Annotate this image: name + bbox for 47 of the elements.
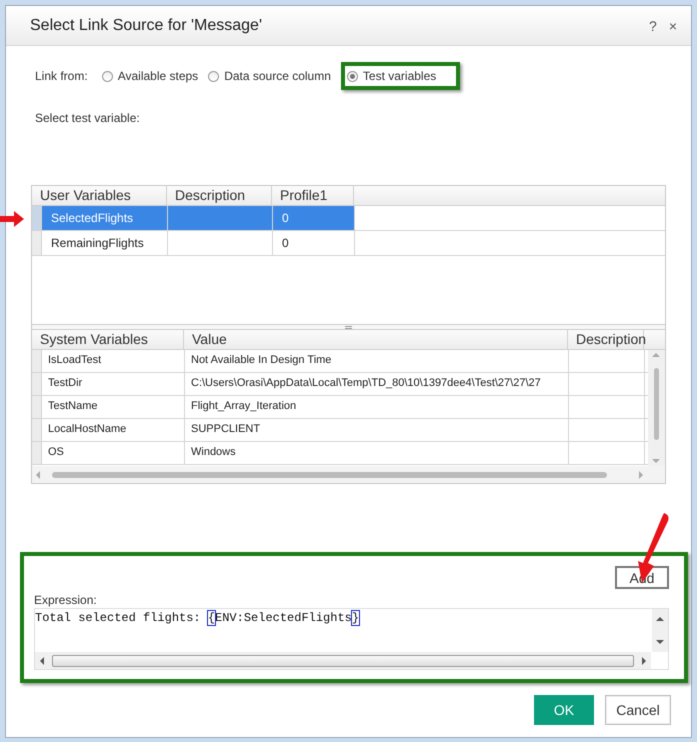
row-header[interactable] <box>32 419 42 442</box>
column-header[interactable]: Description <box>568 330 644 350</box>
cancel-button[interactable]: Cancel <box>605 695 671 725</box>
table-cell[interactable]: IsLoadTest <box>42 350 185 372</box>
column-header[interactable]: Profile1 <box>272 186 354 205</box>
table-cell[interactable]: TestName <box>42 396 185 418</box>
table-cell[interactable]: LocalHostName <box>42 419 185 442</box>
table-cell: Windows <box>185 442 569 464</box>
splitter-grip-icon[interactable] <box>345 326 352 329</box>
radio-icon[interactable] <box>208 70 220 82</box>
radio-option[interactable]: Test variables <box>346 69 436 83</box>
table-cell[interactable]: SelectedFlights <box>42 206 168 230</box>
prompt-label: Select test variable: <box>35 111 141 125</box>
table-cell: 0 <box>273 206 355 230</box>
vertical-scrollbar[interactable] <box>648 350 665 466</box>
vertical-scrollbar[interactable] <box>652 609 668 652</box>
column-header[interactable]: User Variables <box>32 186 167 205</box>
row-header[interactable] <box>32 373 42 396</box>
table-cell[interactable]: OS <box>42 442 185 464</box>
close-button[interactable]: × <box>668 18 677 34</box>
table-cell: Flight_Array_Iteration <box>185 396 569 418</box>
radio-icon[interactable] <box>102 70 113 82</box>
row-header[interactable] <box>32 396 42 418</box>
table-cell: SUPPCLIENT <box>185 419 569 442</box>
expression-editor[interactable]: Total selected flights: {ENV:SelectedFlights} <box>34 608 669 670</box>
table-cell: C:\Users\Orasi\AppData\Local\Temp\TD_80\10\1397dee4\Test\27\27\27 <box>185 373 569 396</box>
expression-text: Total selected flights: {ENV:SelectedFlights} <box>35 610 360 625</box>
horizontal-scrollbar[interactable] <box>35 652 651 669</box>
horizontal-scrollbar[interactable] <box>32 466 665 483</box>
radio-option[interactable]: Data source column <box>208 69 331 83</box>
dialog-title: Select Link Source for 'Message' <box>30 16 263 34</box>
table-cell: 0 <box>273 231 355 255</box>
link-from-label: Link from: <box>35 69 88 83</box>
expression-label: Expression: <box>34 593 98 607</box>
radio-icon[interactable] <box>346 70 358 82</box>
row-header[interactable] <box>32 206 42 230</box>
table-cell: Not Available In Design Time <box>185 350 569 372</box>
row-header[interactable] <box>32 442 42 464</box>
help-button[interactable]: ? <box>649 18 657 34</box>
column-header[interactable]: Value <box>184 330 568 350</box>
row-header[interactable] <box>32 350 42 372</box>
row-header[interactable] <box>32 231 42 255</box>
radio-option[interactable]: Available steps <box>102 69 198 83</box>
column-header[interactable]: Description <box>167 186 272 205</box>
table-cell[interactable]: RemainingFlights <box>42 231 168 255</box>
column-header[interactable]: System Variables <box>32 330 184 350</box>
table-cell[interactable]: TestDir <box>42 373 185 396</box>
